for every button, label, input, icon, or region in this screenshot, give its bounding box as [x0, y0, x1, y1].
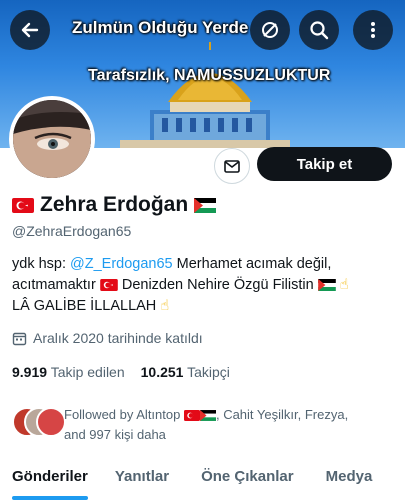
tab-media[interactable]: Medya [326, 458, 373, 500]
avatar-image [13, 100, 91, 178]
turkey-flag-icon [12, 197, 34, 213]
palestine-flag-icon [199, 410, 216, 421]
following-label: Takip edilen [50, 364, 125, 380]
search-button[interactable] [299, 10, 339, 50]
display-name: Zehra Erdoğan [40, 193, 189, 216]
following-count: 9.919 [12, 364, 48, 380]
followers-count: 10.251 [140, 364, 184, 380]
tab-posts[interactable]: Gönderiler [12, 458, 88, 500]
followed-by-prefix: Followed by Altıntop [64, 407, 184, 422]
search-icon [310, 21, 329, 40]
profile-bio: ydk hsp: @Z_Erdogan65 Merhamet acımak de… [12, 254, 397, 317]
followed-by-text: Followed by Altıntop , Cahit Yeşilkır, F… [64, 405, 394, 445]
palestine-flag-icon [317, 279, 336, 291]
banner-caption-bottom: Tarafsızlık, NAMUSSUZLUKTUR [88, 67, 331, 84]
display-name-row: Zehra Erdoğan [12, 193, 217, 217]
turkey-flag-icon [100, 279, 118, 291]
bio-line2-b: Denizden Nehire Özgü Filistin [117, 277, 318, 293]
followers-label: Takipçi [187, 364, 230, 380]
followed-by-rest: , Cahit Yeşilkır, Frezya, [215, 407, 349, 422]
palestine-flag-icon [194, 197, 217, 213]
mute-button[interactable] [250, 10, 290, 50]
follow-button[interactable]: Takip et [257, 147, 392, 181]
followed-by-section[interactable]: Followed by Altıntop , Cahit Yeşilkır, F… [12, 405, 397, 445]
follower-facepile [12, 407, 66, 437]
followers-link[interactable]: 10.251 Takipçi [141, 364, 230, 380]
bio-line1-rest: Merhamet acımak değil, [172, 256, 332, 272]
mute-icon [262, 22, 278, 38]
pointing-up-emoji: ☝ [339, 277, 349, 293]
pointing-up-emoji: ☝ [160, 298, 170, 314]
joined-date-row: Aralık 2020 tarihinde katıldı [12, 330, 203, 346]
follow-stats: 9.919 Takip edilen 10.251 Takipçi [12, 364, 230, 380]
more-options-button[interactable] [353, 10, 393, 50]
avatar [36, 407, 66, 437]
bio-prefix: ydk hsp: [12, 256, 71, 272]
profile-tabs: Gönderiler Yanıtlar Öne Çıkanlar Medya [0, 458, 405, 500]
mail-icon [224, 160, 240, 173]
calendar-icon [12, 332, 27, 345]
tab-highlights[interactable]: Öne Çıkanlar [201, 458, 294, 500]
tab-replies[interactable]: Yanıtlar [115, 458, 169, 500]
banner-caption-top: Zulmün Olduğu Yerde [72, 18, 249, 37]
more-vertical-icon [371, 22, 375, 38]
back-button[interactable] [10, 10, 50, 50]
message-button[interactable] [214, 148, 250, 184]
bio-line3: LÂ GALİBE İLLALLAH [12, 298, 161, 314]
following-link[interactable]: 9.919 Takip edilen [12, 364, 125, 380]
dome-of-the-rock-image [120, 42, 290, 148]
followed-by-more: and 997 kişi daha [64, 427, 166, 442]
back-arrow-icon [21, 22, 39, 38]
joined-date: Aralık 2020 tarihinde katıldı [33, 330, 203, 346]
bio-line2-a: acıtmamaktır [12, 277, 100, 293]
username-handle: @ZehraErdogan65 [12, 223, 132, 239]
avatar[interactable] [9, 96, 95, 182]
turkey-flag-icon [183, 410, 200, 421]
bio-mention-link[interactable]: @Z_Erdogan65 [70, 256, 173, 272]
